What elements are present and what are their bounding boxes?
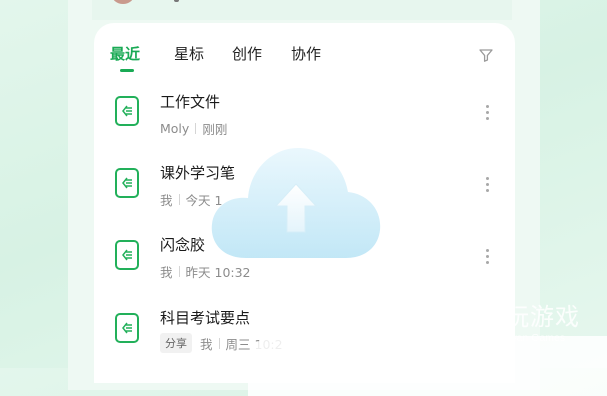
header-strip <box>92 0 512 20</box>
list-file-icon <box>115 96 139 126</box>
file-owner: 我 <box>200 336 213 352</box>
watermark-title: 仍玩游戏 <box>480 303 580 331</box>
watermark: 仍玩游戏 Rengwan Games <box>430 300 605 350</box>
watermark-logo-icon <box>436 304 473 344</box>
active-tab-indicator <box>120 69 134 72</box>
list-file-icon <box>115 313 139 343</box>
file-owner: 我 <box>160 265 173 280</box>
file-owner: Moly <box>160 121 190 136</box>
file-title: 闪念胶 <box>160 236 206 254</box>
filter-icon[interactable] <box>478 47 494 63</box>
cloud-upload-icon[interactable] <box>206 140 384 268</box>
tab-recent[interactable]: 最近 <box>110 43 140 64</box>
tab-collab[interactable]: 协作 <box>291 43 321 64</box>
more-vertical-icon[interactable] <box>486 249 490 267</box>
file-meta: Moly 刚刚 <box>160 119 227 138</box>
more-vertical-icon[interactable] <box>486 177 490 195</box>
watermark-subtitle: Rengwan Games <box>484 332 566 344</box>
share-badge: 分享 <box>160 333 192 353</box>
tab-created[interactable]: 创作 <box>232 43 262 64</box>
tab-starred[interactable]: 星标 <box>174 43 204 64</box>
file-time: 刚刚 <box>202 122 228 137</box>
list-file-icon <box>115 240 139 270</box>
file-owner: 我 <box>160 193 173 208</box>
file-title: 工作文件 <box>160 93 221 111</box>
list-file-icon <box>115 168 139 198</box>
file-title: 科目考试要点 <box>160 309 251 327</box>
more-vertical-icon[interactable] <box>486 105 490 123</box>
